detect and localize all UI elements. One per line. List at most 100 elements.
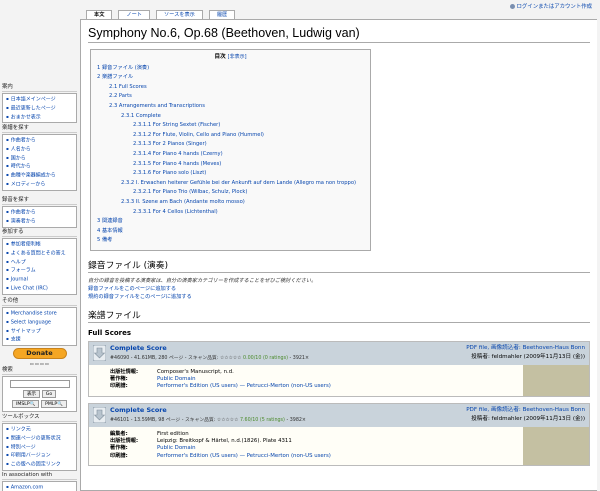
info-value[interactable]: Public Domain	[157, 445, 196, 452]
sidebar-item[interactable]: よくある質問とその答え	[6, 249, 73, 258]
score-file-line[interactable]: PDF file, 画像読込者: Beethoven-Haus Bonn	[466, 406, 585, 415]
sidebar-item[interactable]: おまかせ表示	[6, 113, 73, 122]
portlet-title: 楽譜を探す	[2, 123, 77, 133]
toc-item[interactable]: 2.2 Parts	[97, 92, 364, 102]
sidebar-item[interactable]: 日本語メインページ	[6, 95, 73, 104]
info-value[interactable]: Performer's Edition (US users) — Petrucc…	[157, 383, 331, 390]
toc-item[interactable]: 3 関連録音	[97, 217, 364, 227]
rating-stars-icon[interactable]: ☆☆☆☆☆	[220, 356, 242, 361]
toc-item[interactable]: 2.3.1.5 For Piano 4 hands (Meves)	[97, 160, 364, 170]
portlet-navigation: 案内 日本語メインページ 最近更新したページ おまかせ表示	[2, 82, 77, 124]
search-button[interactable]: Go	[41, 390, 57, 398]
toc-title-text: 目次	[214, 54, 226, 60]
sidebar-item[interactable]: ヘルプ	[6, 258, 73, 267]
toc-item[interactable]: 2.3.2.1 For Piano Trio (Wilbac, Schulz, …	[97, 188, 364, 198]
sidebar-item[interactable]: 人名から	[6, 145, 73, 154]
sidebar-item[interactable]: リンク元	[6, 425, 73, 434]
sidebar-item[interactable]: この版への固定リンク	[6, 460, 73, 469]
sidebar-item[interactable]: 関連ページの更新状況	[6, 434, 73, 443]
info-value: Leipzig: Breitkopf & Härtel, n.d.(1826).…	[157, 438, 292, 445]
sidebar-item[interactable]: メロディーから	[6, 180, 73, 189]
portlet-title: In association with	[2, 472, 77, 480]
score-file-info: PDF file, 画像読込者: Beethoven-Haus Bonn 投稿者:…	[466, 344, 585, 362]
toc-item[interactable]: 1 録音ファイル (演奏)	[97, 64, 364, 74]
sidebar-item[interactable]: 演奏者から	[6, 217, 73, 226]
section-heading-scores: 楽譜ファイル	[88, 308, 590, 323]
download-arrow-icon[interactable]	[93, 406, 106, 423]
toc-item[interactable]: 2.3.1 Complete	[97, 112, 364, 122]
score-upload-line: 投稿者: feldmahler (2009年11月13日 (金))	[471, 415, 585, 422]
info-key: 編集者:	[110, 430, 128, 437]
donate-button[interactable]: Donate	[12, 348, 67, 359]
personal-tools[interactable]: ログインまたはアカウント作成	[509, 2, 592, 10]
portlet-donate: Donate ▭ ▭ ▭ ▭	[2, 346, 77, 366]
content-area: Symphony No.6, Op.68 (Beethoven, Ludwig …	[80, 19, 597, 491]
toc-item[interactable]: 2.3.3 II. Szene am Bach (Andante molto m…	[97, 198, 364, 208]
search-go-button[interactable]: 表示	[22, 390, 41, 398]
sidebar-item[interactable]: 作曲者から	[6, 208, 73, 217]
portlet-recordings: 録音を探す 作曲者から 演奏者から	[2, 195, 77, 228]
portlet-browse: 楽譜を探す 作曲者から 人名から 国から 時代から 曲種や楽器編成から メロディ…	[2, 123, 77, 191]
add-recording-link[interactable]: 録音ファイルをこのページに追加する	[88, 285, 590, 293]
toc-item[interactable]: 2.3.1.2 For Flute, Violin, Cello and Pia…	[97, 131, 364, 141]
user-icon	[509, 4, 515, 9]
sidebar-item[interactable]: 参加者便利帳	[6, 240, 73, 249]
sidebar-item[interactable]: 曲種や楽器編成から	[6, 171, 73, 180]
search-imslp-button[interactable]: IMSLP🔍	[12, 400, 40, 408]
sidebar-item[interactable]: 支援	[6, 335, 73, 344]
add-recording-link-2[interactable]: 規約の録音ファイルをこのページに追加する	[88, 293, 590, 301]
toc-item[interactable]: 2.3.2 I. Erwachen heiterer Gefühle bei d…	[97, 179, 364, 189]
score-file-info: PDF file, 画像読込者: Beethoven-Haus Bonn 投稿者:…	[466, 406, 585, 424]
site-logo[interactable]	[8, 6, 72, 72]
sidebar-item[interactable]: Select language	[6, 318, 73, 327]
portlet-title: 録音を探す	[2, 195, 77, 205]
sidebar-item[interactable]: 時代から	[6, 162, 73, 171]
sidebar-item[interactable]: Merchandise store	[6, 309, 73, 318]
sidebar-item[interactable]: Amazon.com	[6, 483, 73, 491]
login-link[interactable]: ログインまたはアカウント作成	[517, 4, 592, 10]
sidebar: 案内 日本語メインページ 最近更新したページ おまかせ表示 楽譜を探す 作曲者か…	[0, 0, 80, 491]
search-input[interactable]	[9, 380, 70, 388]
info-key: 著作権:	[110, 445, 128, 452]
sidebar-item[interactable]: 国から	[6, 154, 73, 163]
info-value[interactable]: Performer's Edition (US users) — Petrucc…	[157, 453, 331, 460]
sidebar-item[interactable]: 作曲者から	[6, 136, 73, 145]
toc-toggle[interactable]: [非表示]	[228, 54, 247, 60]
sidebar-item[interactable]: Live Chat (IRC)	[6, 284, 73, 293]
portlet-search: 検索 表示 Go IMSLP🔍 PMLP🔍	[2, 365, 77, 412]
portlet-title: 案内	[2, 82, 77, 92]
sidebar-item[interactable]: Journal	[6, 275, 73, 284]
toc-item[interactable]: 2.1 Full Scores	[97, 83, 364, 93]
score-entry: Complete Score #46101 - 13.59MB, 98 ページ -…	[88, 402, 590, 466]
info-row: 印刷譜: Performer's Edition (US users) — Pet…	[110, 383, 519, 390]
toc-item[interactable]: 2.3.1.6 For Piano solo (Liszt)	[97, 169, 364, 179]
search-pmlp-button[interactable]: PMLP🔍	[41, 400, 67, 408]
sidebar-item[interactable]: サイトマップ	[6, 327, 73, 336]
rating-stars-icon[interactable]: ☆☆☆☆☆	[217, 418, 239, 423]
toc-item[interactable]: 2.3.1.3 For 2 Pianos (Singer)	[97, 140, 364, 150]
subsection-heading-full-scores: Full Scores	[88, 328, 132, 337]
info-row: 印刷譜: Performer's Edition (US users) — Pet…	[110, 453, 519, 460]
score-info-rows: 出版社情報: Composer's Manuscript, n.d. 著作権: Pub…	[89, 364, 523, 396]
score-side-panel	[523, 426, 589, 465]
score-rating: 7.60/10 (5 ratings)	[239, 417, 285, 423]
toc-item[interactable]: 2.3.1.4 For Piano 4 hands (Czerny)	[97, 150, 364, 160]
score-file-line[interactable]: PDF file, 画像読込者: Beethoven-Haus Bonn	[466, 344, 585, 353]
portlet-participate: 参加する 参加者便利帳 よくある質問とその答え ヘルプ フォーラム Journa…	[2, 227, 77, 295]
toc-item[interactable]: 5 備考	[97, 236, 364, 246]
toc-item[interactable]: 4 基本情報	[97, 227, 364, 237]
sidebar-item[interactable]: 最近更新したページ	[6, 104, 73, 113]
score-upload-line: 投稿者: feldmahler (2009年11月13日 (金))	[471, 353, 585, 360]
sidebar-item[interactable]: 印刷用バージョン	[6, 451, 73, 460]
toc-item[interactable]: 2 楽譜ファイル	[97, 73, 364, 83]
sidebar-item[interactable]: フォーラム	[6, 266, 73, 275]
info-value[interactable]: Public Domain	[157, 376, 196, 383]
download-arrow-icon[interactable]	[93, 344, 106, 361]
portlet-title: ツールボックス	[2, 412, 77, 422]
score-side-panel	[523, 364, 589, 396]
toc-item[interactable]: 2.3 Arrangements and Transcriptions	[97, 102, 364, 112]
toc-item[interactable]: 2.3.3.1 For 4 Cellos (Lichtenthal)	[97, 208, 364, 218]
portlet-title: その他	[2, 296, 77, 306]
toc-item[interactable]: 2.3.1.1 For String Sextet (Fischer)	[97, 121, 364, 131]
sidebar-item[interactable]: 特別ページ	[6, 443, 73, 452]
